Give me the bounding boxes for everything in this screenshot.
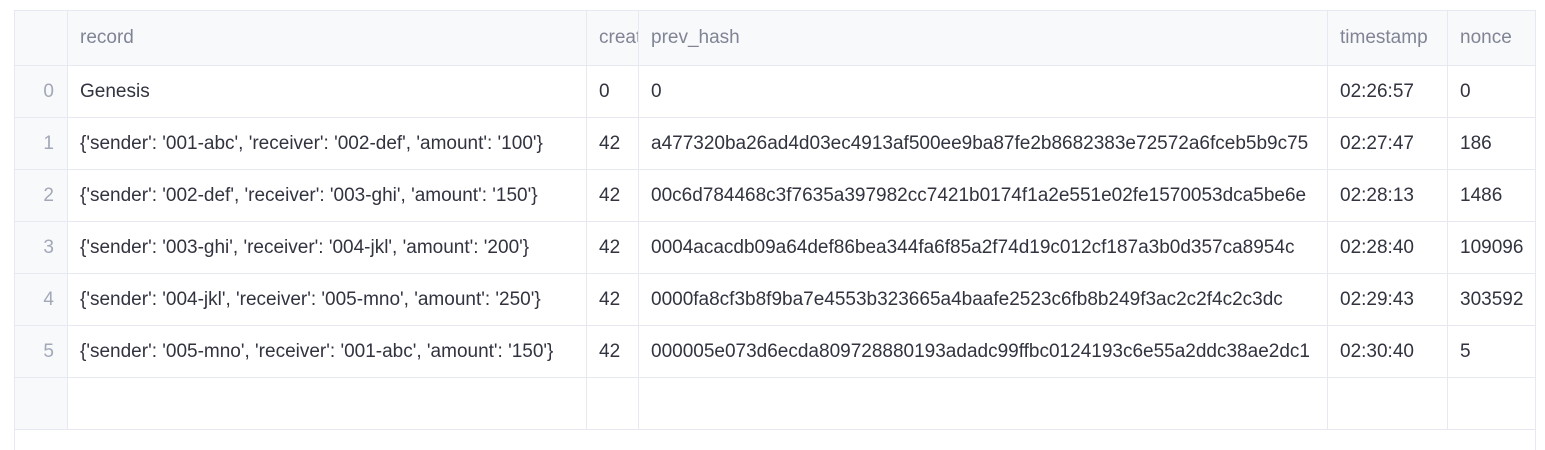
cell-nonce[interactable]: 303592 [1448,274,1535,326]
cell-prev-hash[interactable]: a477320ba26ad4d03ec4913af500ee9ba87fe2b8… [639,118,1328,170]
cell-prev-hash[interactable]: 000005e073d6ecda809728880193adadc99ffbc0… [639,326,1328,378]
cell-nonce[interactable]: 109096 [1448,222,1535,274]
cell-prev-hash[interactable]: 0004acacdb09a64def86bea344fa6f85a2f74d19… [639,222,1328,274]
empty-row-index [15,378,68,430]
header-record[interactable]: record [68,11,587,66]
cell-creator[interactable]: 42 [587,170,639,222]
cell-prev-hash[interactable]: 0000fa8cf3b8f9ba7e4553b323665a4baafe2523… [639,274,1328,326]
cell-creator[interactable]: 0 [587,66,639,118]
cell-record[interactable]: Genesis [68,66,587,118]
row-index: 0 [15,66,68,118]
table-grid: record creat prev_hash timestamp nonce 0… [15,11,1535,430]
empty-cell[interactable] [1328,378,1448,430]
dataframe-table[interactable]: record creat prev_hash timestamp nonce 0… [14,10,1536,450]
cell-creator[interactable]: 42 [587,274,639,326]
cell-record[interactable]: {'sender': '005-mno', 'receiver': '001-a… [68,326,587,378]
cell-record[interactable]: {'sender': '003-ghi', 'receiver': '004-j… [68,222,587,274]
cell-nonce[interactable]: 0 [1448,66,1535,118]
cell-timestamp[interactable]: 02:29:43 [1328,274,1448,326]
cell-record[interactable]: {'sender': '004-jkl', 'receiver': '005-m… [68,274,587,326]
cell-nonce[interactable]: 186 [1448,118,1535,170]
cell-record[interactable]: {'sender': '001-abc', 'receiver': '002-d… [68,118,587,170]
header-creator[interactable]: creat [587,11,639,66]
empty-cell[interactable] [1448,378,1535,430]
header-nonce[interactable]: nonce [1448,11,1535,66]
cell-timestamp[interactable]: 02:28:40 [1328,222,1448,274]
cell-timestamp[interactable]: 02:30:40 [1328,326,1448,378]
cell-prev-hash[interactable]: 00c6d784468c3f7635a397982cc7421b0174f1a2… [639,170,1328,222]
row-index: 2 [15,170,68,222]
header-prev-hash[interactable]: prev_hash [639,11,1328,66]
cell-timestamp[interactable]: 02:28:13 [1328,170,1448,222]
cell-creator[interactable]: 42 [587,118,639,170]
cell-prev-hash[interactable]: 0 [639,66,1328,118]
header-timestamp[interactable]: timestamp [1328,11,1448,66]
row-index: 3 [15,222,68,274]
empty-cell[interactable] [68,378,587,430]
header-index-corner [15,11,68,66]
cell-creator[interactable]: 42 [587,326,639,378]
empty-cell[interactable] [587,378,639,430]
row-index: 5 [15,326,68,378]
row-index: 1 [15,118,68,170]
empty-cell[interactable] [639,378,1328,430]
cell-nonce[interactable]: 1486 [1448,170,1535,222]
cell-record[interactable]: {'sender': '002-def', 'receiver': '003-g… [68,170,587,222]
cell-timestamp[interactable]: 02:27:47 [1328,118,1448,170]
cell-nonce[interactable]: 5 [1448,326,1535,378]
row-index: 4 [15,274,68,326]
cell-creator[interactable]: 42 [587,222,639,274]
cell-timestamp[interactable]: 02:26:57 [1328,66,1448,118]
